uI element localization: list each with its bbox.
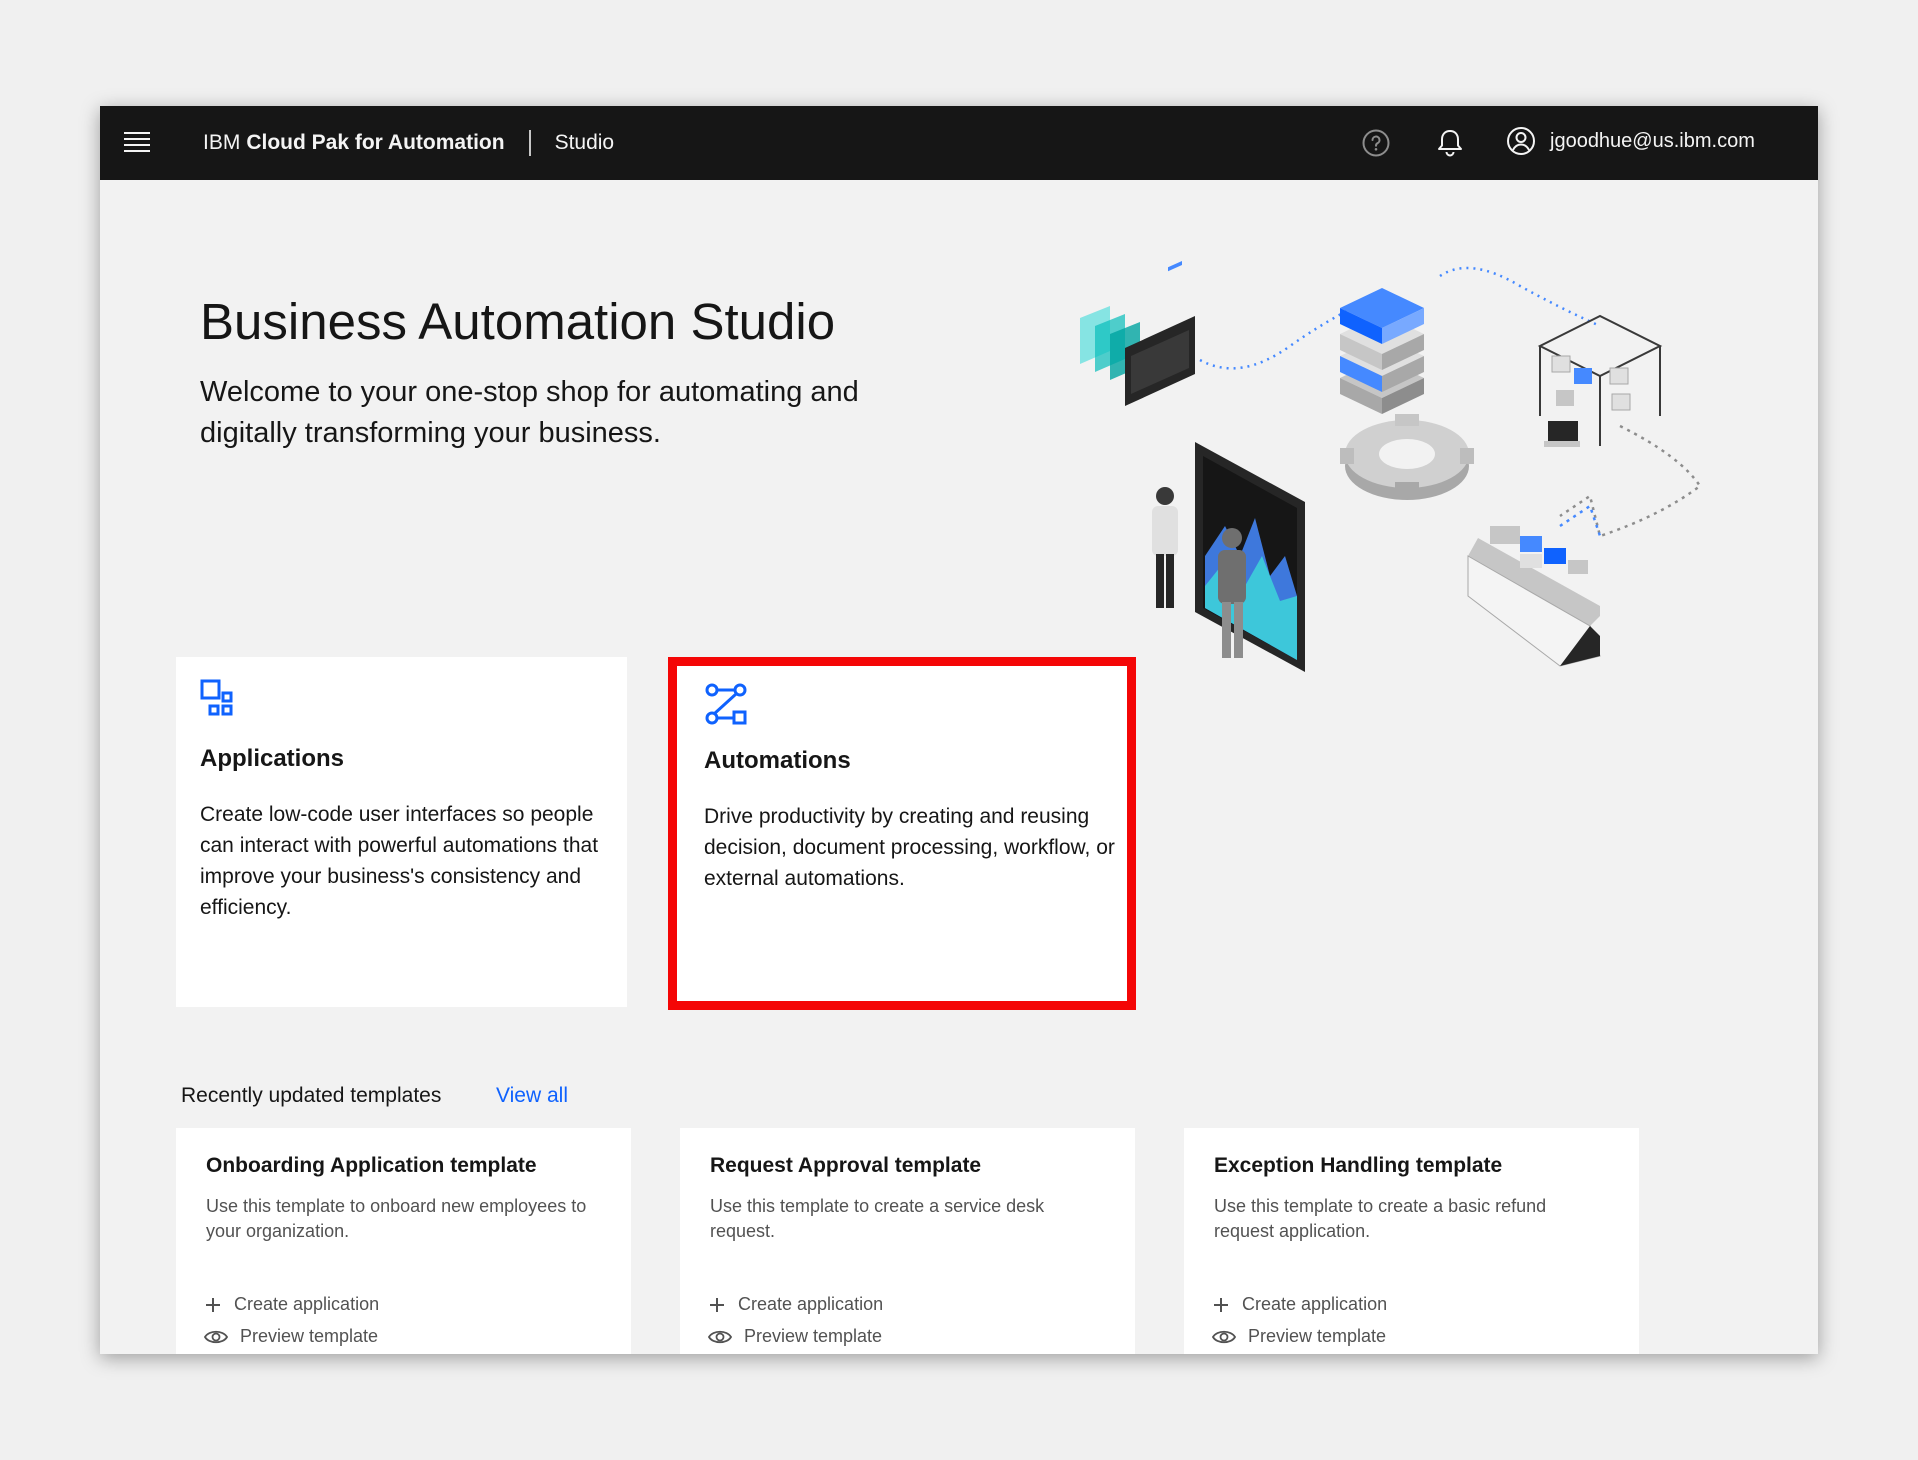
cargo-ship-graphic bbox=[1467, 526, 1601, 667]
automations-tile[interactable]: Automations Drive productivity by creati… bbox=[668, 657, 1136, 1010]
preview-template-button[interactable]: Preview template bbox=[708, 1326, 882, 1347]
help-icon[interactable] bbox=[1358, 125, 1394, 161]
create-application-label: Create application bbox=[234, 1294, 380, 1314]
warehouse-graphic bbox=[1537, 314, 1663, 447]
applications-tile[interactable]: Applications Create low-code user interf… bbox=[176, 657, 627, 1007]
template-title: Onboarding Application template bbox=[206, 1154, 537, 1177]
create-application-button[interactable]: Create application bbox=[204, 1294, 379, 1315]
notification-icon[interactable] bbox=[1432, 125, 1468, 161]
add-icon bbox=[1214, 1297, 1228, 1312]
template-title: Exception Handling template bbox=[1214, 1154, 1503, 1177]
server-stack-graphic bbox=[1340, 288, 1424, 414]
template-card-exception-handling[interactable]: Exception Handling template Use this tem… bbox=[1184, 1128, 1639, 1354]
brand-name: Cloud Pak for Automation bbox=[246, 131, 505, 154]
add-icon bbox=[206, 1297, 220, 1312]
create-application-button[interactable]: Create application bbox=[708, 1294, 883, 1315]
create-application-label: Create application bbox=[1242, 1294, 1388, 1314]
top-header: IBM Cloud Pak for Automation Studio jgoo… bbox=[100, 106, 1818, 180]
user-avatar-icon bbox=[1507, 127, 1535, 155]
preview-template-label: Preview template bbox=[744, 1326, 883, 1346]
automations-title: Automations bbox=[704, 747, 851, 774]
page-title: Business Automation Studio bbox=[200, 293, 836, 350]
template-card-request-approval[interactable]: Request Approval template Use this templ… bbox=[680, 1128, 1135, 1354]
user-menu[interactable]: jgoodhue@us.ibm.com bbox=[1506, 106, 1755, 176]
brand-divider bbox=[528, 130, 531, 156]
preview-template-label: Preview template bbox=[240, 1326, 379, 1346]
menu-icon[interactable] bbox=[124, 132, 150, 152]
product-name: Studio bbox=[554, 131, 615, 154]
create-application-label: Create application bbox=[738, 1294, 884, 1314]
view-icon bbox=[204, 1330, 228, 1343]
page-subtitle: Welcome to your one-stop shop for automa… bbox=[200, 376, 859, 449]
brand-prefix: IBM bbox=[203, 131, 241, 154]
applications-description: Create low-code user interfaces so peopl… bbox=[200, 803, 599, 919]
data-panels-graphic bbox=[1080, 260, 1195, 406]
gear-graphic bbox=[1340, 414, 1474, 500]
create-application-button[interactable]: Create application bbox=[1212, 1294, 1387, 1315]
applications-icon bbox=[200, 679, 233, 716]
preview-template-label: Preview template bbox=[1248, 1326, 1387, 1346]
automations-description: Drive productivity by creating and reusi… bbox=[704, 805, 1115, 890]
preview-template-button[interactable]: Preview template bbox=[204, 1326, 378, 1347]
add-icon bbox=[710, 1297, 724, 1312]
view-icon bbox=[708, 1330, 732, 1343]
template-description: Use this template to onboard new employe… bbox=[206, 1196, 587, 1241]
preview-template-button[interactable]: Preview template bbox=[1212, 1326, 1386, 1347]
template-title: Request Approval template bbox=[710, 1154, 982, 1177]
applications-title: Applications bbox=[200, 745, 345, 772]
dashboard-screen-graphic bbox=[1195, 442, 1305, 672]
template-description: Use this template to create a basic refu… bbox=[1214, 1196, 1547, 1241]
view-all-link[interactable]: View all bbox=[496, 1084, 568, 1108]
template-card-onboarding[interactable]: Onboarding Application template Use this… bbox=[176, 1128, 631, 1354]
brand[interactable]: IBM Cloud Pak for Automation Studio bbox=[203, 106, 614, 180]
recent-templates-heading: Recently updated templates bbox=[181, 1084, 442, 1107]
view-icon bbox=[1212, 1330, 1236, 1343]
automations-icon bbox=[705, 683, 747, 725]
user-email: jgoodhue@us.ibm.com bbox=[1550, 129, 1755, 152]
template-description: Use this template to create a service de… bbox=[710, 1196, 1045, 1241]
app-window: IBM Cloud Pak for Automation Studio jgoo… bbox=[100, 106, 1818, 1354]
